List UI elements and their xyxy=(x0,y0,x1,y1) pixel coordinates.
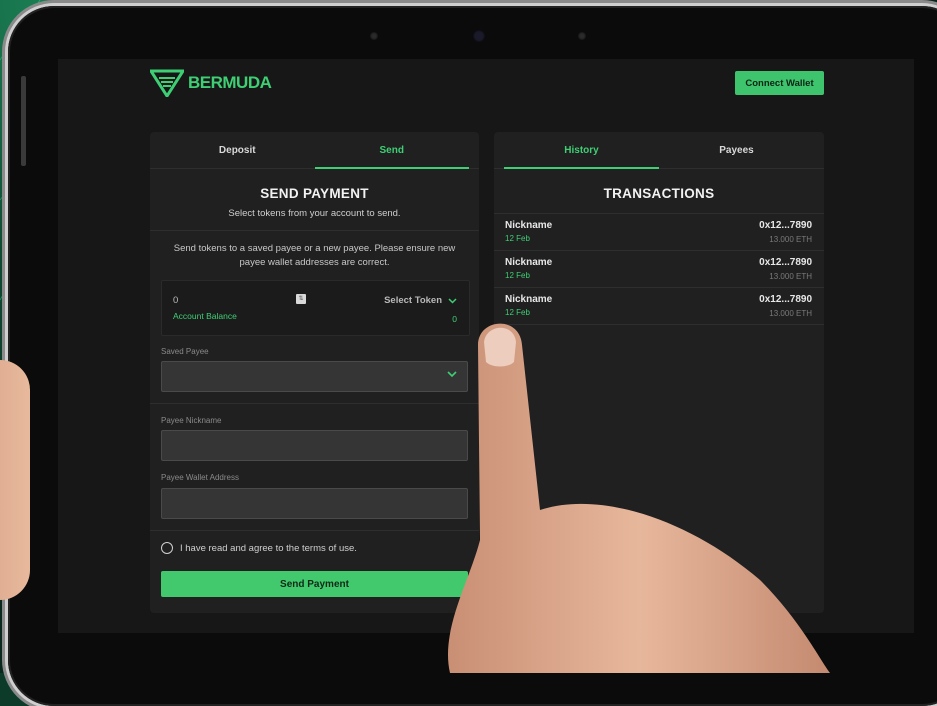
tab-payees[interactable]: Payees xyxy=(659,132,814,168)
terms-label: I have read and agree to the terms of us… xyxy=(180,542,357,554)
send-payment-title: SEND PAYMENT xyxy=(260,186,369,201)
stepper-icon[interactable]: ⇅ xyxy=(296,294,306,304)
payee-notice: Send tokens to a saved payee or a new pa… xyxy=(173,243,456,268)
tx-nickname: Nickname xyxy=(505,294,553,305)
chevron-down-icon xyxy=(447,371,457,378)
tx-date: 12 Feb xyxy=(505,308,530,317)
terms-row[interactable]: I have read and agree to the terms of us… xyxy=(161,542,357,554)
logo[interactable]: BERMUDA xyxy=(150,69,272,97)
bermuda-logo-icon xyxy=(150,69,184,97)
send-tabs: Deposit Send xyxy=(150,132,479,169)
divider xyxy=(150,403,479,404)
select-token-dropdown[interactable]: Select Token xyxy=(384,295,457,306)
payee-wallet-label: Payee Wallet Address xyxy=(161,473,239,482)
tx-amount: 13.000 ETH xyxy=(769,235,812,244)
connect-wallet-button[interactable]: Connect Wallet xyxy=(735,71,824,95)
history-tabs: History Payees xyxy=(494,132,824,169)
tab-deposit[interactable]: Deposit xyxy=(160,132,315,168)
tx-nickname: Nickname xyxy=(505,220,553,231)
payee-nickname-field[interactable] xyxy=(161,430,468,461)
amount-input[interactable]: 0 xyxy=(173,295,178,306)
chevron-down-icon xyxy=(448,297,457,304)
tx-date: 12 Feb xyxy=(505,234,530,243)
tx-address: 0x12...7890 xyxy=(759,220,812,231)
tab-send[interactable]: Send xyxy=(314,132,470,169)
transaction-list: Nickname 12 Feb 0x12...7890 13.000 ETH N… xyxy=(494,213,824,325)
transactions-panel: History Payees TRANSACTIONS Nickname 12 … xyxy=(494,132,824,613)
account-balance-value: 0 xyxy=(452,314,457,324)
sensor-icon xyxy=(578,32,586,40)
tx-amount: 13.000 ETH xyxy=(769,309,812,318)
tablet-frame: BERMUDA Connect Wallet Deposit Send SEND… xyxy=(8,6,937,706)
send-panel: Deposit Send SEND PAYMENT Select tokens … xyxy=(150,132,479,613)
divider xyxy=(150,530,479,531)
divider xyxy=(150,230,479,231)
tx-address: 0x12...7890 xyxy=(759,257,812,268)
send-payment-subtitle: Select tokens from your account to send. xyxy=(228,208,401,219)
tab-history[interactable]: History xyxy=(504,132,659,169)
transaction-row[interactable]: Nickname 12 Feb 0x12...7890 13.000 ETH xyxy=(494,213,824,251)
tablet-side-button xyxy=(21,76,26,166)
camera-icon xyxy=(473,30,485,42)
tx-amount: 13.000 ETH xyxy=(769,272,812,281)
tx-nickname: Nickname xyxy=(505,257,553,268)
app-screen: BERMUDA Connect Wallet Deposit Send SEND… xyxy=(58,59,914,633)
tx-address: 0x12...7890 xyxy=(759,294,812,305)
saved-payee-select[interactable] xyxy=(161,361,468,392)
sensor-icon xyxy=(370,32,378,40)
token-amount-box: 0 ⇅ Select Token Account Balance 0 xyxy=(161,280,470,336)
transaction-row[interactable]: Nickname 12 Feb 0x12...7890 13.000 ETH xyxy=(494,288,824,325)
select-token-label: Select Token xyxy=(384,295,442,306)
radio-icon[interactable] xyxy=(161,542,173,554)
tx-date: 12 Feb xyxy=(505,271,530,280)
send-payment-button[interactable]: Send Payment xyxy=(161,571,468,597)
payee-wallet-field[interactable] xyxy=(161,488,468,519)
account-balance-label: Account Balance xyxy=(173,311,237,321)
payee-nickname-label: Payee Nickname xyxy=(161,416,222,425)
logo-text: BERMUDA xyxy=(188,73,272,92)
transaction-row[interactable]: Nickname 12 Feb 0x12...7890 13.000 ETH xyxy=(494,251,824,288)
saved-payee-label: Saved Payee xyxy=(161,347,209,356)
left-hand xyxy=(0,360,30,600)
transactions-title: TRANSACTIONS xyxy=(603,186,715,201)
